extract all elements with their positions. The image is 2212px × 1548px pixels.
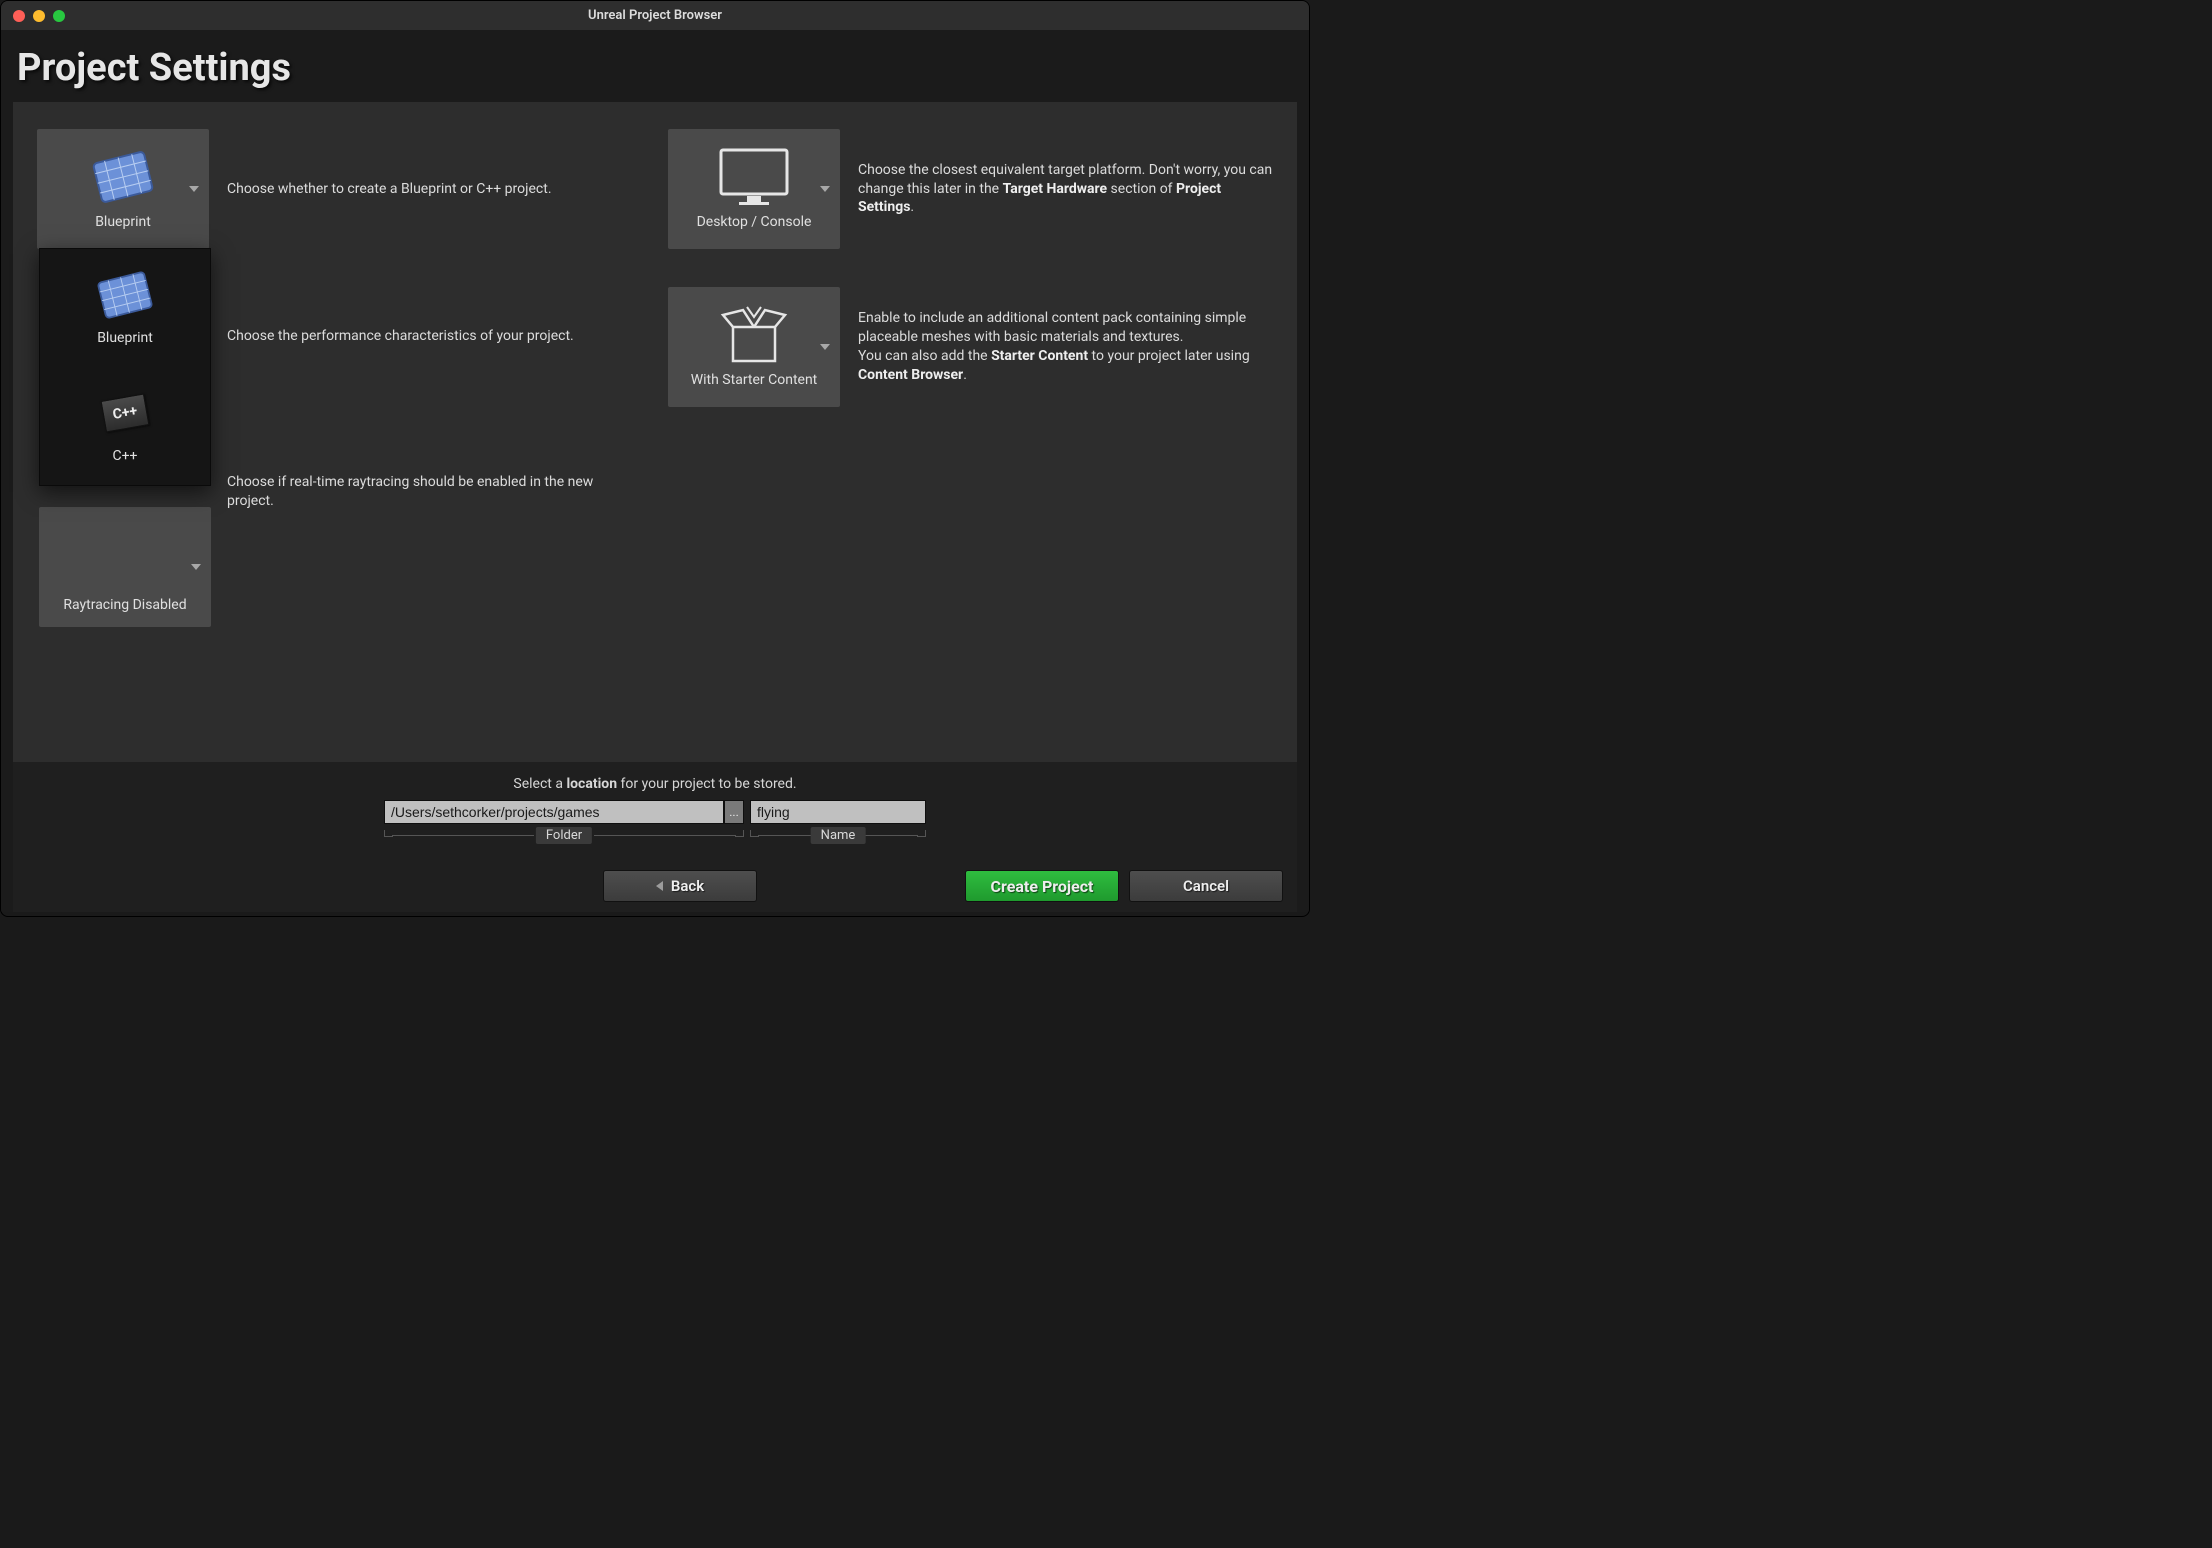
target-platform-description: Choose the closest equivalent target pla… xyxy=(858,161,1273,218)
chevron-down-icon xyxy=(820,186,830,192)
create-project-button[interactable]: Create Project xyxy=(965,870,1119,902)
location-row: ... Folder Name xyxy=(384,800,926,848)
page-body: Project Settings xyxy=(1,30,1309,912)
option-cpp-label: C++ xyxy=(113,448,138,464)
location-hint: Select a location for your project to be… xyxy=(513,776,796,792)
cpp-icon: C++ xyxy=(103,388,147,438)
starter-content-label: With Starter Content xyxy=(691,372,818,388)
project-name-input[interactable] xyxy=(750,800,926,824)
page-title: Project Settings xyxy=(17,46,1297,90)
app-window: Unreal Project Browser Project Settings xyxy=(0,0,1310,917)
project-type-combo[interactable]: Blueprint xyxy=(37,129,209,249)
blueprint-icon xyxy=(95,148,151,206)
name-caption: Name xyxy=(811,827,866,844)
folder-field-wrap: ... Folder xyxy=(384,800,744,848)
open-box-icon xyxy=(719,306,789,364)
chevron-left-icon xyxy=(656,881,663,891)
close-window-button[interactable] xyxy=(13,10,25,22)
project-type-dropdown: Blueprint C++ C++ xyxy=(39,248,211,486)
setting-project-type: Blueprint Choose whether to create a Blu… xyxy=(37,128,632,250)
performance-description: Choose the performance characteristics o… xyxy=(227,327,632,346)
folder-input[interactable] xyxy=(384,800,724,824)
option-blueprint-label: Blueprint xyxy=(97,330,153,346)
setting-starter-content: With Starter Content Enable to include a… xyxy=(668,286,1273,408)
folder-caption: Folder xyxy=(536,827,592,844)
zoom-window-button[interactable] xyxy=(53,10,65,22)
chevron-down-icon xyxy=(189,186,199,192)
raytracing-label: Raytracing Disabled xyxy=(63,597,186,613)
window-title: Unreal Project Browser xyxy=(1,8,1309,23)
name-field-wrap: Name xyxy=(750,800,926,848)
raytracing-description: Choose if real-time raytracing should be… xyxy=(227,473,632,511)
traffic-lights xyxy=(1,10,65,22)
blueprint-icon xyxy=(99,270,151,320)
chevron-down-icon xyxy=(191,564,201,570)
target-platform-label: Desktop / Console xyxy=(697,214,812,230)
target-platform-combo[interactable]: Desktop / Console xyxy=(668,129,840,249)
starter-content-combo[interactable]: With Starter Content xyxy=(668,287,840,407)
back-button[interactable]: Back xyxy=(603,870,757,902)
project-type-label: Blueprint xyxy=(95,214,151,230)
monitor-icon xyxy=(717,148,791,206)
footer: Select a location for your project to be… xyxy=(13,762,1297,912)
starter-content-description: Enable to include an additional content … xyxy=(858,309,1273,385)
window-titlebar: Unreal Project Browser xyxy=(1,1,1309,30)
project-type-description: Choose whether to create a Blueprint or … xyxy=(227,180,632,199)
project-type-option-cpp[interactable]: C++ C++ xyxy=(40,367,210,485)
project-type-option-blueprint[interactable]: Blueprint xyxy=(40,249,210,367)
settings-panel: Blueprint Choose whether to create a Blu… xyxy=(13,102,1297,762)
setting-target-platform: Desktop / Console Choose the closest equ… xyxy=(668,128,1273,250)
minimize-window-button[interactable] xyxy=(33,10,45,22)
raytracing-combo[interactable]: Raytracing Disabled xyxy=(39,507,211,627)
chevron-down-icon xyxy=(820,344,830,350)
right-column: Desktop / Console Choose the closest equ… xyxy=(668,128,1273,762)
cancel-button[interactable]: Cancel xyxy=(1129,870,1283,902)
browse-folder-button[interactable]: ... xyxy=(724,800,744,824)
